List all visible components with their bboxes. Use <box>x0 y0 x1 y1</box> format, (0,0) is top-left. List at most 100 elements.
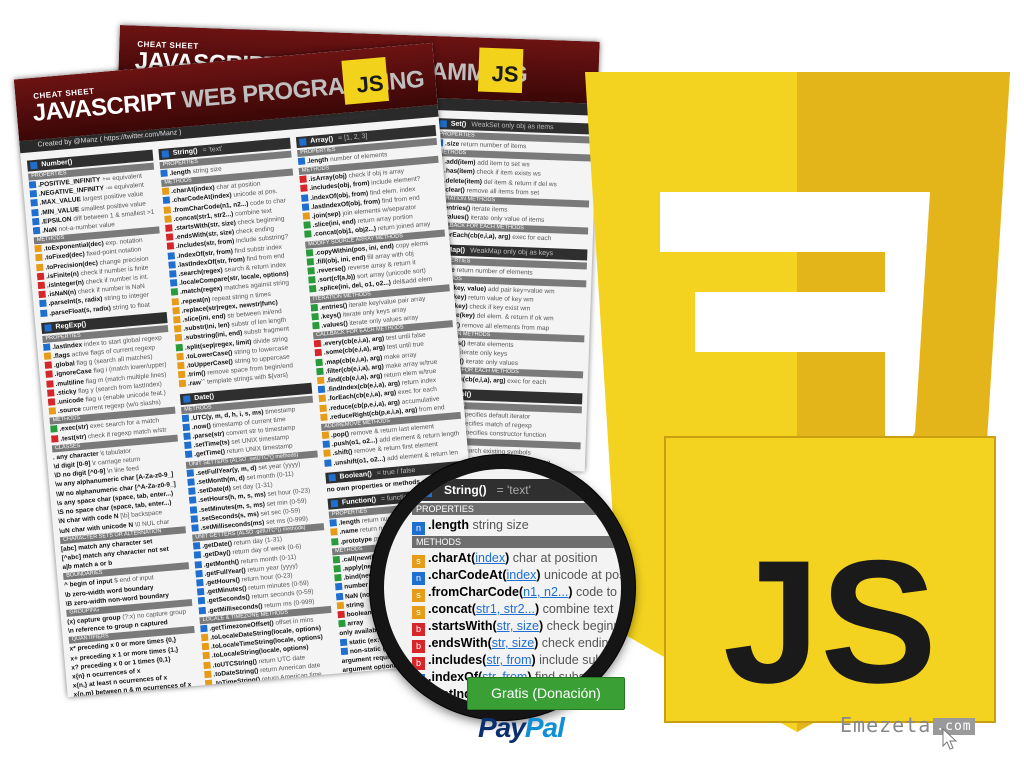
magnified-method-args: str, size <box>496 619 540 633</box>
method-description: remove all items from set <box>464 186 540 197</box>
magnified-method-description: unicode at pos. <box>540 568 621 582</box>
magnified-title-tail: = 'text' <box>496 483 531 497</box>
method-name: .toISOString() <box>214 685 258 697</box>
method-description: remove all elements from map <box>459 321 550 332</box>
type-a-icon <box>310 303 319 312</box>
type-s-icon <box>34 244 42 253</box>
method-description: copy elems <box>393 239 429 250</box>
type-a-icon <box>303 221 311 229</box>
magnified-row: s .charAt(index) char at position <box>412 550 621 568</box>
magnified-method-args: str, size <box>491 636 535 650</box>
type-n-icon <box>196 578 204 587</box>
js-badge: JS <box>477 47 524 94</box>
method-name: .forEach(cb(e,i,a), arg) <box>441 231 511 242</box>
method-name: .shift() <box>332 448 353 458</box>
type-n-icon <box>39 299 47 308</box>
type-n-icon <box>162 196 171 205</box>
type-n-icon <box>31 217 40 226</box>
method-description: string size <box>190 165 223 176</box>
type-s-icon <box>320 413 328 421</box>
type-s-icon <box>203 661 211 669</box>
magnified-row: b.startsWith(str, size) check beginning <box>412 618 621 636</box>
method-name: .prototype <box>340 535 373 546</box>
method-name: .pop() <box>330 430 350 440</box>
method-description: \0 NUL char <box>132 518 170 529</box>
type-s-icon <box>323 449 331 458</box>
type-s-icon <box>321 431 330 440</box>
type-n-icon <box>184 450 193 459</box>
type-s-icon <box>316 376 325 385</box>
magnified-row: n .length string size <box>412 517 621 535</box>
type-s-icon <box>48 407 57 415</box>
type-a-icon <box>175 343 184 352</box>
method-name: .now() <box>191 422 212 432</box>
method-description: string to float <box>110 301 151 312</box>
method-description: specifies constructor function <box>460 429 547 440</box>
type-b-icon <box>314 349 323 357</box>
type-a-icon <box>307 267 315 275</box>
type-a-icon <box>338 619 346 628</box>
type-a-icon <box>332 555 341 564</box>
type-n-icon <box>42 343 51 351</box>
magnified-method-name: .concat( <box>428 602 476 616</box>
type-s-icon <box>176 352 184 361</box>
mouse-cursor-icon <box>942 728 958 750</box>
type-s-icon <box>330 528 338 536</box>
magnified-method-description: check beginning <box>546 619 621 633</box>
type-b-icon <box>313 339 322 348</box>
type-b-icon <box>36 272 45 281</box>
type-n-icon <box>160 169 168 178</box>
type-n-icon <box>194 560 203 569</box>
type-n-icon <box>184 441 192 450</box>
type-s-icon <box>177 361 185 370</box>
magnified-method-name: .fromCharCode( <box>428 585 524 599</box>
type-n-icon <box>187 478 195 486</box>
type-s-icon <box>35 254 43 262</box>
type-a-icon <box>308 285 317 293</box>
type-n-icon <box>39 309 48 317</box>
type-n-icon <box>168 260 176 269</box>
type-s-icon <box>173 325 182 333</box>
section-header-tail: = 'text' <box>202 145 223 155</box>
donate-button[interactable]: Gratis (Donación) <box>467 677 625 710</box>
magnified-method-name: .charAt( <box>428 551 476 565</box>
type-n-icon <box>167 251 176 260</box>
type-b-icon <box>45 370 53 379</box>
method-description: iterate elements <box>465 340 514 349</box>
magnifier-view: String() = 'text' PROPERTIES n .length str… <box>384 469 621 706</box>
magnified-method-args: index <box>475 551 506 565</box>
type-b-icon <box>165 224 173 232</box>
type-s-icon <box>163 205 172 214</box>
type-s-icon <box>172 306 180 315</box>
type-s-icon <box>202 651 211 660</box>
type-s-icon <box>204 679 213 688</box>
type-n-icon <box>31 208 39 217</box>
type-n-icon <box>195 569 203 578</box>
type-n-icon <box>334 583 343 591</box>
type-n-icon <box>186 468 195 477</box>
shield-glyph-bar <box>660 192 930 252</box>
magnified-method-name: .includes( <box>428 653 487 667</box>
magnified-row: s .concat(str1, str2...) combine text <box>412 601 621 619</box>
type-a-icon <box>305 248 314 257</box>
method-description: iterate only values <box>463 358 519 368</box>
type-s-icon <box>164 215 172 223</box>
type-b-icon <box>50 434 59 443</box>
method-name: .length <box>306 156 329 166</box>
magnified-string-section: String() = 'text' PROPERTIES n .length str… <box>412 479 621 706</box>
method-name: .NaN <box>41 226 58 235</box>
type-n-icon <box>29 190 38 198</box>
type-a-icon <box>330 537 339 546</box>
type-a-icon <box>312 321 320 330</box>
method-name: .values() <box>321 320 349 330</box>
type-a-icon <box>333 564 341 573</box>
method-description: iterate items <box>470 205 508 214</box>
method-description: check if item exists ws <box>474 168 541 179</box>
paypal-logo-pal: Pal <box>524 712 565 743</box>
type-n-icon <box>190 514 199 523</box>
magnified-method-args: index <box>506 568 537 582</box>
type-a-icon <box>308 276 316 284</box>
type-n-icon <box>317 385 326 394</box>
method-description: iterate only value of items <box>468 214 545 225</box>
paypal-logo[interactable]: PayPal <box>478 712 565 744</box>
